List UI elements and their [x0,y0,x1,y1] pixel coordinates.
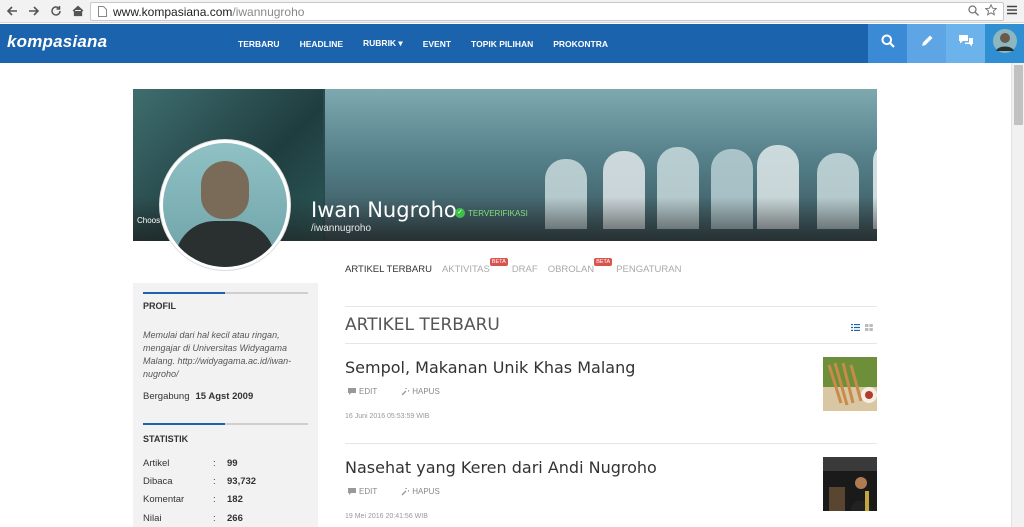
wrench-icon [401,487,410,496]
profil-heading: PROFIL [143,301,176,311]
nav-event[interactable]: EVENT [413,39,461,49]
kompasiana-logo[interactable]: kompasiana [7,32,107,52]
tab-draf[interactable]: DRAF [512,264,538,275]
stat-label: Komentar [143,494,185,505]
article-title[interactable]: Sempol, Makanan Unik Khas Malang [345,358,635,377]
hapus-button[interactable]: HAPUS [401,387,440,396]
url-path: /iwannugroho [232,4,305,19]
url-domain: www.kompasiana.com [113,4,233,19]
search-button[interactable] [868,24,907,63]
hapus-label: HAPUS [412,487,440,496]
stat-value: 266 [227,513,243,524]
verified-label: TERVERIFIKASI [468,208,528,218]
profile-username: /iwannugroho [311,223,372,234]
divider [143,292,308,294]
tab-obrolan[interactable]: OBROLAN BETA [548,257,613,275]
browser-toolbar: www.kompasiana.com/iwannugroho [0,0,1024,23]
back-icon[interactable] [2,1,22,21]
comment-icon [348,388,356,395]
profile-avatar [160,140,290,270]
beta-badge: BETA [489,257,508,266]
statistik-heading: STATISTIK [143,434,189,444]
joined-label: Bergabung [143,391,190,402]
bookmark-star-icon[interactable] [984,3,998,19]
stat-value: 182 [227,494,243,505]
section-title: ARTIKEL TERBARU [345,315,500,335]
search-icon [881,34,895,53]
nav-terbaru[interactable]: TERBARU [228,39,290,49]
stat-label: Artikel [143,458,170,469]
article-thumbnail[interactable] [823,457,877,511]
page-icon [95,5,109,19]
reload-icon[interactable] [46,1,66,21]
hapus-label: HAPUS [412,387,440,396]
edit-label: EDIT [359,387,378,396]
stat-label: Dibaca [143,476,173,487]
check-icon: ✓ [455,208,465,218]
article-date: 16 Juni 2016 05:53:59 WIB [345,413,430,420]
browser-menu-icon[interactable] [1004,3,1020,19]
view-toggle [851,318,873,332]
tab-aktivitas[interactable]: AKTIVITAS BETA [442,257,508,275]
stat-row: Artikel:99 [143,458,238,469]
avatar [992,29,1017,58]
address-bar[interactable]: www.kompasiana.com/iwannugroho [90,2,1004,21]
user-avatar-button[interactable] [985,24,1024,63]
divider [345,306,877,307]
article-thumbnail[interactable] [823,357,877,411]
list-view-icon[interactable] [851,318,860,332]
verified-badge: ✓ TERVERIFIKASI [455,208,528,218]
grid-view-icon[interactable] [865,318,873,331]
scrollbar-thumb[interactable] [1014,65,1023,125]
joined-row: Bergabung 15 Agst 2009 [143,391,253,402]
chat-icon [958,34,974,53]
wrench-icon [401,387,410,396]
article-date: 19 Mei 2016 20:41:56 WIB [345,513,428,520]
edit-button[interactable]: EDIT [348,387,377,396]
beta-badge: BETA [594,257,613,266]
profile-bio: Memulai dari hal kecil atau ringan, meng… [143,330,292,379]
article-actions: EDIT HAPUS [348,487,440,496]
edit-label: EDIT [359,487,378,496]
choose-cover-label[interactable]: Choos [137,216,160,225]
stat-row: Nilai:266 [143,513,243,524]
pencil-icon [920,34,934,53]
main-nav: TERBARU HEADLINE RUBRIK ▾ EVENT TOPIK PI… [228,24,618,63]
chat-button[interactable] [946,24,985,63]
profile-tabs: ARTIKEL TERBARU AKTIVITAS BETA DRAF OBROL… [345,257,691,280]
search-icon[interactable] [968,4,979,19]
stat-row: Dibaca:93,732 [143,476,257,487]
stat-row: Komentar:182 [143,494,243,505]
divider [345,443,877,444]
article-actions: EDIT HAPUS [348,387,440,396]
forward-icon[interactable] [24,1,44,21]
nav-topik-pilihan[interactable]: TOPIK PILIHAN [461,39,543,49]
profile-sidebar: PROFIL Memulai dari hal kecil atau ringa… [133,283,318,527]
tab-pengaturan[interactable]: PENGATURAN [616,264,681,275]
nav-prokontra[interactable]: PROKONTRA [543,39,618,49]
nav-headline[interactable]: HEADLINE [290,39,353,49]
divider [143,423,308,425]
profile-name: Iwan Nugroho [311,198,457,222]
stat-value: 99 [227,458,238,469]
edit-button[interactable]: EDIT [348,487,377,496]
page-scrollbar[interactable] [1011,63,1024,527]
hapus-button[interactable]: HAPUS [401,487,440,496]
home-icon[interactable] [68,1,88,21]
write-button[interactable] [907,24,946,63]
nav-rubrik[interactable]: RUBRIK ▾ [353,38,413,49]
stat-value: 93,732 [227,476,257,487]
site-header: kompasiana TERBARU HEADLINE RUBRIK ▾ EVE… [0,24,1024,63]
article-title[interactable]: Nasehat yang Keren dari Andi Nugroho [345,458,657,477]
divider [345,343,877,344]
header-actions [868,24,1024,63]
tab-artikel-terbaru[interactable]: ARTIKEL TERBARU [345,264,432,275]
joined-value: 15 Agst 2009 [195,391,254,402]
stat-label: Nilai [143,513,162,524]
comment-icon [348,488,356,495]
